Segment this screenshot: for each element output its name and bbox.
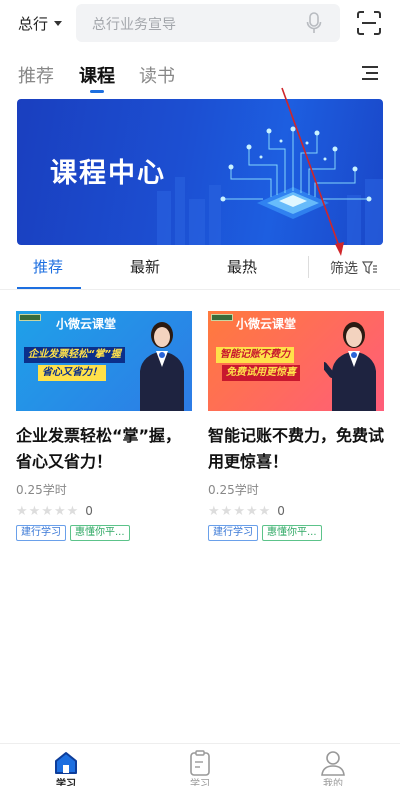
thumbnail-brand: 小微云课堂	[236, 317, 297, 331]
course-rating: ★ ★ ★ ★ ★ 0	[208, 502, 384, 520]
sort-tab-recommend[interactable]: 推荐	[33, 256, 63, 277]
course-title[interactable]: 企业发票轻松“掌”握，省心又省力！	[16, 423, 192, 475]
filter-label: 筛选	[330, 261, 358, 277]
course-hours: 0.25学时	[208, 483, 259, 497]
star-icon: ★	[258, 503, 271, 519]
tag: 建行学习	[208, 525, 258, 541]
star-icon: ★	[53, 503, 66, 519]
thumbnail-slogan: 智能记账不费力	[216, 347, 294, 363]
tabs-underline	[0, 289, 400, 290]
thumbnail-slogan: 企业发票轻松“掌”握	[24, 347, 125, 363]
course-card[interactable]: 小微云课堂 企业发票轻松“掌”握 省心又省力！ 企业发票轻松“掌”握，省心又省力…	[16, 311, 192, 541]
clipboard-icon	[190, 750, 210, 776]
star-icon: ★	[245, 503, 258, 519]
course-title[interactable]: 智能记账不费力，免费试用更惊喜！	[208, 423, 384, 475]
location-selector[interactable]: 总行	[18, 13, 63, 34]
brand-logo	[19, 314, 41, 321]
caret-down-icon	[54, 21, 63, 26]
rating-count: 0	[85, 504, 93, 518]
tab-reading[interactable]: 读书	[139, 62, 175, 88]
microphone-icon[interactable]	[306, 12, 322, 34]
nav-label: 学习	[190, 779, 210, 786]
nav-label: 学习	[56, 779, 76, 786]
star-icon: ★	[208, 503, 220, 519]
home-icon	[55, 752, 77, 774]
sort-tab-hottest[interactable]: 最热	[227, 256, 257, 277]
main-tabs: 推荐 课程 读书	[0, 58, 400, 98]
active-tab-indicator	[90, 90, 104, 93]
tab-courses[interactable]: 课程	[79, 62, 115, 88]
user-icon	[321, 751, 345, 776]
search-input[interactable]: 总行业务宣导	[76, 4, 340, 42]
banner-title: 课程中心	[50, 158, 166, 189]
bottom-navigation: 学习 学习 我的	[0, 743, 400, 787]
sort-tab-latest[interactable]: 最新	[130, 256, 160, 277]
star-icon: ★	[233, 503, 245, 519]
tab-recommend[interactable]: 推荐	[18, 62, 54, 88]
thumbnail-brand: 小微云课堂	[56, 317, 117, 331]
star-icon: ★	[16, 503, 28, 519]
top-bar: 总行 总行业务宣导	[0, 0, 400, 48]
tag: 惠懂你平...	[262, 525, 322, 541]
tag: 建行学习	[16, 525, 66, 541]
scan-icon[interactable]	[356, 10, 382, 36]
tag: 惠懂你平...	[70, 525, 130, 541]
star-icon: ★	[220, 503, 233, 519]
location-label: 总行	[18, 15, 49, 33]
filter-button[interactable]: 筛选	[330, 258, 378, 278]
menu-icon[interactable]	[360, 64, 380, 82]
course-card[interactable]: 小微云课堂 智能记账不费力 免费试用更惊喜 智能记账不费力，免费试用更惊喜！ 0…	[208, 311, 384, 541]
nav-profile[interactable]: 我的	[293, 750, 373, 786]
nav-label: 我的	[323, 779, 343, 786]
nav-home[interactable]: 学习	[26, 750, 106, 786]
thumbnail-slogan: 免费试用更惊喜	[222, 365, 300, 381]
divider	[308, 256, 309, 278]
course-tags: 建行学习 惠懂你平...	[16, 525, 192, 541]
course-center-banner[interactable]: 课程中心	[17, 99, 383, 245]
presenter-figure	[324, 322, 376, 411]
thumbnail-slogan: 省心又省力！	[38, 365, 106, 381]
course-hours: 0.25学时	[16, 483, 67, 497]
star-icon: ★	[28, 503, 41, 519]
course-thumbnail: 小微云课堂 智能记账不费力 免费试用更惊喜	[208, 311, 384, 411]
course-tags: 建行学习 惠懂你平...	[208, 525, 384, 541]
rating-count: 0	[277, 504, 285, 518]
course-sort-tabs: 推荐 最新 最热 筛选	[0, 246, 400, 290]
brand-logo	[211, 314, 233, 321]
nav-study[interactable]: 学习	[160, 750, 240, 786]
course-rating: ★ ★ ★ ★ ★ 0	[16, 502, 192, 520]
search-placeholder: 总行业务宣导	[92, 17, 176, 33]
presenter-figure	[140, 322, 184, 411]
star-icon: ★	[66, 503, 79, 519]
course-thumbnail: 小微云课堂 企业发票轻松“掌”握 省心又省力！	[16, 311, 192, 411]
star-icon: ★	[41, 503, 53, 519]
filter-icon	[362, 261, 377, 275]
